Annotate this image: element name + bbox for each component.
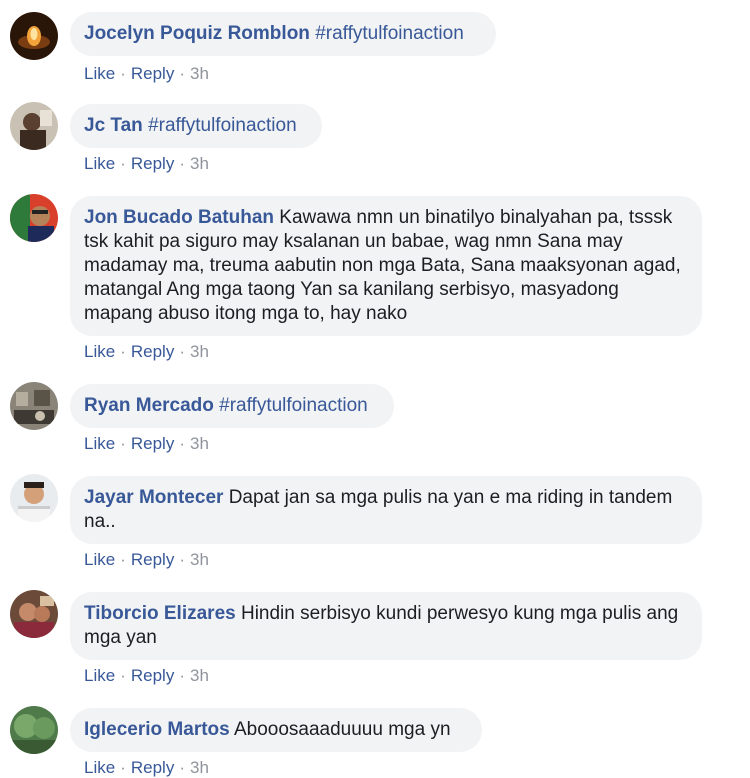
avatar-image — [10, 590, 58, 638]
hashtag-link[interactable]: #raffytulfoinaction — [219, 395, 368, 416]
comment-text: Abooosaaaduuuu mga yn — [233, 719, 451, 740]
like-link[interactable]: Like — [84, 64, 115, 83]
comment-timestamp[interactable]: 3h — [190, 758, 209, 777]
comment-bubble: Jocelyn Poquiz Romblon #raffytulfoinacti… — [70, 12, 496, 56]
comment-author-link[interactable]: Jon Bucado Batuhan — [84, 207, 274, 228]
reply-link[interactable]: Reply — [131, 758, 174, 777]
separator-dot: · — [120, 758, 126, 777]
comment-timestamp[interactable]: 3h — [190, 666, 209, 685]
avatar-image — [10, 474, 58, 522]
separator-dot: · — [179, 342, 185, 361]
comment-author-link[interactable]: Ryan Mercado — [84, 395, 214, 416]
comment-actions: Like · Reply · 3h — [84, 550, 209, 570]
separator-dot: · — [120, 434, 126, 453]
comment-actions: Like · Reply · 3h — [84, 434, 209, 454]
like-link[interactable]: Like — [84, 342, 115, 361]
comment-bubble: Jc Tan #raffytulfoinaction — [70, 104, 322, 148]
like-link[interactable]: Like — [84, 550, 115, 569]
comment-bubble: Ryan Mercado #raffytulfoinaction — [70, 384, 394, 428]
comment-author-link[interactable]: Tiborcio Elizares — [84, 603, 236, 624]
avatar-image — [10, 12, 58, 60]
avatar[interactable] — [10, 474, 58, 522]
separator-dot: · — [120, 154, 126, 173]
separator-dot: · — [179, 434, 185, 453]
comment-author-link[interactable]: Jocelyn Poquiz Romblon — [84, 23, 310, 44]
comment-timestamp[interactable]: 3h — [190, 434, 209, 453]
comment-actions: Like · Reply · 3h — [84, 64, 209, 84]
separator-dot: · — [179, 550, 185, 569]
reply-link[interactable]: Reply — [131, 550, 174, 569]
comment-actions: Like · Reply · 3h — [84, 154, 209, 174]
comment-actions: Like · Reply · 3h — [84, 342, 209, 362]
comment-bubble: Iglecerio Martos Abooosaaaduuuu mga yn — [70, 708, 482, 752]
avatar[interactable] — [10, 590, 58, 638]
separator-dot: · — [179, 64, 185, 83]
avatar-image — [10, 706, 58, 754]
avatar[interactable] — [10, 382, 58, 430]
comment-author-link[interactable]: Jayar Montecer — [84, 487, 223, 508]
avatar[interactable] — [10, 12, 58, 60]
comment-bubble: Jayar Montecer Dapat jan sa mga pulis na… — [70, 476, 702, 544]
avatar-image — [10, 382, 58, 430]
like-link[interactable]: Like — [84, 154, 115, 173]
like-link[interactable]: Like — [84, 666, 115, 685]
separator-dot: · — [179, 154, 185, 173]
hashtag-link[interactable]: #raffytulfoinaction — [315, 23, 464, 44]
comment-timestamp[interactable]: 3h — [190, 154, 209, 173]
comment-timestamp[interactable]: 3h — [190, 64, 209, 83]
avatar[interactable] — [10, 194, 58, 242]
hashtag-link[interactable]: #raffytulfoinaction — [148, 115, 297, 136]
reply-link[interactable]: Reply — [131, 64, 174, 83]
separator-dot: · — [120, 342, 126, 361]
comment-timestamp[interactable]: 3h — [190, 550, 209, 569]
reply-link[interactable]: Reply — [131, 434, 174, 453]
comment-author-link[interactable]: Jc Tan — [84, 115, 143, 136]
separator-dot: · — [179, 758, 185, 777]
avatar[interactable] — [10, 706, 58, 754]
comment-timestamp[interactable]: 3h — [190, 342, 209, 361]
separator-dot: · — [120, 550, 126, 569]
comment-actions: Like · Reply · 3h — [84, 758, 209, 778]
separator-dot: · — [179, 666, 185, 685]
separator-dot: · — [120, 64, 126, 83]
reply-link[interactable]: Reply — [131, 154, 174, 173]
like-link[interactable]: Like — [84, 434, 115, 453]
comment-bubble: Jon Bucado Batuhan Kawawa nmn un binatil… — [70, 196, 702, 336]
avatar[interactable] — [10, 102, 58, 150]
comment-bubble: Tiborcio Elizares Hindin serbisyo kundi … — [70, 592, 702, 660]
avatar-image — [10, 194, 58, 242]
comment-actions: Like · Reply · 3h — [84, 666, 209, 686]
reply-link[interactable]: Reply — [131, 342, 174, 361]
comment-author-link[interactable]: Iglecerio Martos — [84, 719, 230, 740]
like-link[interactable]: Like — [84, 758, 115, 777]
separator-dot: · — [120, 666, 126, 685]
avatar-image — [10, 102, 58, 150]
reply-link[interactable]: Reply — [131, 666, 174, 685]
